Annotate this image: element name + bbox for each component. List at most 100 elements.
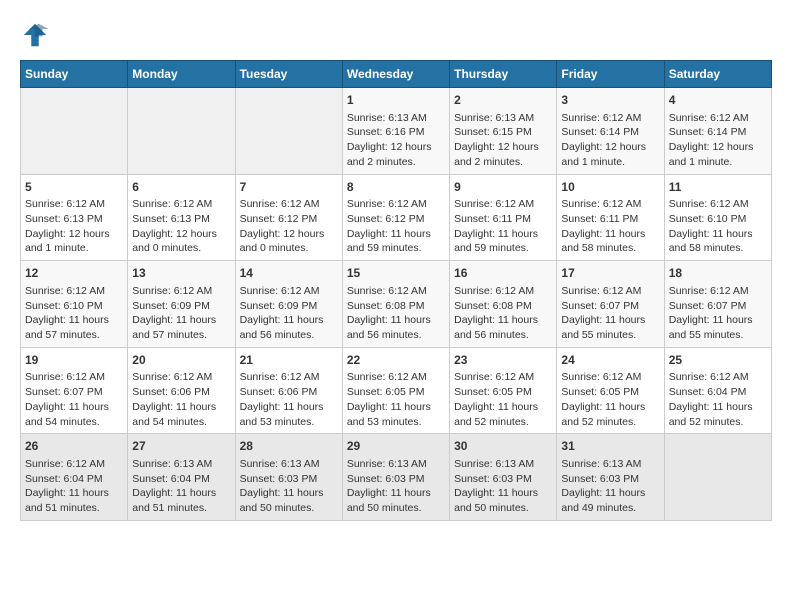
calendar-cell xyxy=(235,88,342,175)
day-number: 7 xyxy=(240,179,338,196)
cell-info-line: Daylight: 11 hours xyxy=(347,486,445,501)
cell-info-line: and 52 minutes. xyxy=(454,415,552,430)
cell-info-line: Sunrise: 6:12 AM xyxy=(347,370,445,385)
day-number: 2 xyxy=(454,92,552,109)
cell-info-line: Daylight: 11 hours xyxy=(454,313,552,328)
cell-info-line: Sunset: 6:13 PM xyxy=(25,212,123,227)
cell-info-line: Daylight: 11 hours xyxy=(454,227,552,242)
cell-info-line: Sunrise: 6:13 AM xyxy=(347,457,445,472)
weekday-header: Saturday xyxy=(664,61,771,88)
cell-info-line: Sunset: 6:11 PM xyxy=(454,212,552,227)
cell-info-line: and 59 minutes. xyxy=(347,241,445,256)
day-number: 30 xyxy=(454,438,552,455)
day-number: 6 xyxy=(132,179,230,196)
cell-info-line: Sunset: 6:10 PM xyxy=(669,212,767,227)
cell-info-line: Sunset: 6:14 PM xyxy=(561,125,659,140)
day-number: 8 xyxy=(347,179,445,196)
calendar-cell: 18Sunrise: 6:12 AMSunset: 6:07 PMDayligh… xyxy=(664,261,771,348)
weekday-header: Tuesday xyxy=(235,61,342,88)
cell-info-line: Sunrise: 6:13 AM xyxy=(347,111,445,126)
cell-info-line: Daylight: 11 hours xyxy=(561,486,659,501)
calendar-cell: 30Sunrise: 6:13 AMSunset: 6:03 PMDayligh… xyxy=(450,434,557,521)
cell-info-line: Sunrise: 6:12 AM xyxy=(669,284,767,299)
cell-info-line: and 1 minute. xyxy=(561,155,659,170)
day-number: 28 xyxy=(240,438,338,455)
cell-info-line: Daylight: 11 hours xyxy=(669,227,767,242)
day-number: 18 xyxy=(669,265,767,282)
cell-info-line: Daylight: 11 hours xyxy=(347,313,445,328)
cell-info-line: and 50 minutes. xyxy=(347,501,445,516)
calendar-cell xyxy=(21,88,128,175)
cell-info-line: Sunset: 6:05 PM xyxy=(347,385,445,400)
cell-info-line: and 2 minutes. xyxy=(347,155,445,170)
cell-info-line: Sunrise: 6:12 AM xyxy=(25,457,123,472)
day-number: 15 xyxy=(347,265,445,282)
day-number: 16 xyxy=(454,265,552,282)
cell-info-line: and 55 minutes. xyxy=(561,328,659,343)
cell-info-line: Sunrise: 6:12 AM xyxy=(454,284,552,299)
calendar-cell: 28Sunrise: 6:13 AMSunset: 6:03 PMDayligh… xyxy=(235,434,342,521)
day-number: 14 xyxy=(240,265,338,282)
cell-info-line: Daylight: 11 hours xyxy=(25,313,123,328)
calendar-header: SundayMondayTuesdayWednesdayThursdayFrid… xyxy=(21,61,772,88)
cell-info-line: and 52 minutes. xyxy=(669,415,767,430)
day-number: 22 xyxy=(347,352,445,369)
cell-info-line: Daylight: 11 hours xyxy=(347,400,445,415)
cell-info-line: Sunrise: 6:12 AM xyxy=(240,197,338,212)
cell-info-line: Sunrise: 6:12 AM xyxy=(347,197,445,212)
day-number: 26 xyxy=(25,438,123,455)
calendar-cell: 4Sunrise: 6:12 AMSunset: 6:14 PMDaylight… xyxy=(664,88,771,175)
cell-info-line: Sunrise: 6:12 AM xyxy=(454,370,552,385)
weekday-header: Thursday xyxy=(450,61,557,88)
cell-info-line: Sunset: 6:16 PM xyxy=(347,125,445,140)
cell-info-line: and 59 minutes. xyxy=(454,241,552,256)
cell-info-line: Sunset: 6:04 PM xyxy=(132,472,230,487)
calendar-cell: 16 Sunrise: 6:12 AMSunset: 6:08 PMDayligh… xyxy=(450,261,557,348)
weekday-header: Friday xyxy=(557,61,664,88)
cell-info-line: Sunset: 6:08 PM xyxy=(454,299,552,314)
cell-info-line: Daylight: 11 hours xyxy=(25,400,123,415)
day-number: 21 xyxy=(240,352,338,369)
page-header xyxy=(20,20,772,50)
cell-info-line: and 57 minutes. xyxy=(25,328,123,343)
cell-info-line: Daylight: 11 hours xyxy=(454,400,552,415)
cell-info-line: Sunrise: 6:12 AM xyxy=(240,370,338,385)
cell-info-line: Sunrise: 6:13 AM xyxy=(454,111,552,126)
cell-info-line: Sunrise: 6:12 AM xyxy=(561,370,659,385)
cell-info-line: Daylight: 11 hours xyxy=(240,400,338,415)
calendar-cell: 10Sunrise: 6:12 AMSunset: 6:11 PMDayligh… xyxy=(557,174,664,261)
calendar-cell: 12Sunrise: 6:12 AMSunset: 6:10 PMDayligh… xyxy=(21,261,128,348)
cell-info-line: and 51 minutes. xyxy=(25,501,123,516)
cell-info-line: Sunset: 6:07 PM xyxy=(669,299,767,314)
cell-info-line: Sunrise: 6:13 AM xyxy=(240,457,338,472)
cell-info-line: Sunset: 6:03 PM xyxy=(347,472,445,487)
cell-info-line: and 0 minutes. xyxy=(132,241,230,256)
cell-info-line: and 2 minutes. xyxy=(454,155,552,170)
day-number: 25 xyxy=(669,352,767,369)
cell-info-line: Sunset: 6:14 PM xyxy=(669,125,767,140)
cell-info-line: Sunrise: 6:12 AM xyxy=(25,284,123,299)
calendar-cell: 13Sunrise: 6:12 AMSunset: 6:09 PMDayligh… xyxy=(128,261,235,348)
day-number: 20 xyxy=(132,352,230,369)
calendar-cell: 11Sunrise: 6:12 AMSunset: 6:10 PMDayligh… xyxy=(664,174,771,261)
cell-info-line: Sunset: 6:03 PM xyxy=(561,472,659,487)
calendar-cell: 29Sunrise: 6:13 AMSunset: 6:03 PMDayligh… xyxy=(342,434,449,521)
cell-info-line: Daylight: 11 hours xyxy=(132,486,230,501)
calendar-table: SundayMondayTuesdayWednesdayThursdayFrid… xyxy=(20,60,772,521)
calendar-cell xyxy=(128,88,235,175)
calendar-cell: 25Sunrise: 6:12 AMSunset: 6:04 PMDayligh… xyxy=(664,347,771,434)
calendar-cell: 19Sunrise: 6:12 AMSunset: 6:07 PMDayligh… xyxy=(21,347,128,434)
calendar-cell: 3Sunrise: 6:12 AMSunset: 6:14 PMDaylight… xyxy=(557,88,664,175)
cell-info-line: Sunset: 6:07 PM xyxy=(25,385,123,400)
weekday-header: Wednesday xyxy=(342,61,449,88)
cell-info-line: and 53 minutes. xyxy=(240,415,338,430)
cell-info-line: and 52 minutes. xyxy=(561,415,659,430)
cell-info-line: Daylight: 12 hours xyxy=(132,227,230,242)
cell-info-line: Sunset: 6:03 PM xyxy=(454,472,552,487)
cell-info-line: Sunset: 6:12 PM xyxy=(347,212,445,227)
cell-info-line: Sunset: 6:04 PM xyxy=(669,385,767,400)
cell-info-line: Sunset: 6:10 PM xyxy=(25,299,123,314)
calendar-cell: 14Sunrise: 6:12 AMSunset: 6:09 PMDayligh… xyxy=(235,261,342,348)
cell-info-line: and 58 minutes. xyxy=(669,241,767,256)
cell-info-line: Sunrise: 6:12 AM xyxy=(132,197,230,212)
